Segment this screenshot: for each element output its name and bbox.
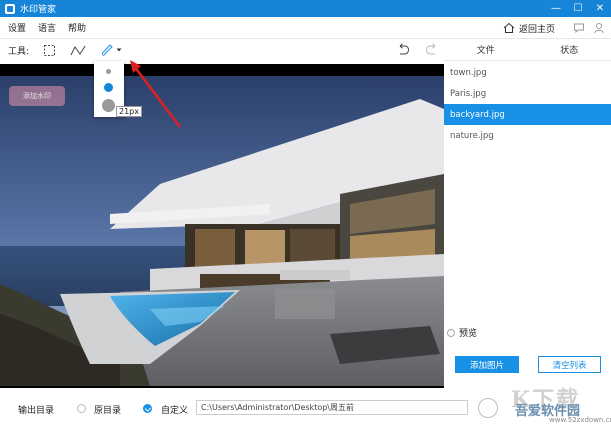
polyline-icon (70, 45, 86, 55)
redo-icon (425, 43, 436, 55)
list-item[interactable]: Paris.jpg (444, 83, 611, 104)
preview-label: 预览 (459, 329, 478, 339)
close-button[interactable]: ✕ (589, 0, 611, 17)
home-icon[interactable] (503, 22, 515, 34)
rect-select-icon (44, 44, 56, 56)
radio-custom-dir[interactable] (143, 404, 152, 413)
menu-settings[interactable]: 设置 (8, 21, 26, 34)
watermark-overlay[interactable]: 添加水印 (9, 86, 65, 106)
minimize-button[interactable]: — (545, 0, 567, 17)
clear-list-button[interactable]: 清空列表 (538, 356, 601, 373)
undo-button[interactable] (396, 43, 410, 59)
radio-original-dir[interactable] (77, 404, 86, 413)
undo-icon (399, 43, 410, 55)
window-controls: — ☐ ✕ (545, 0, 611, 17)
output-path-input[interactable] (196, 400, 468, 415)
menu-help[interactable]: 帮助 (68, 21, 86, 34)
panel-tabs: 文件 状态 (444, 39, 611, 61)
tab-files[interactable]: 文件 (444, 39, 528, 60)
home-link[interactable]: 返回主页 (519, 22, 555, 35)
site-watermark: K下载 吾爱软件园 www.52zxdown.cn (489, 382, 611, 427)
toolbar: 工具: (0, 39, 444, 61)
brush-size-small[interactable] (106, 69, 111, 74)
chat-icon[interactable] (573, 22, 585, 34)
add-images-button[interactable]: 添加图片 (455, 356, 519, 373)
original-dir-label[interactable]: 原目录 (94, 403, 121, 416)
file-list: town.jpg Paris.jpg backyard.jpg nature.j… (444, 62, 611, 146)
menu-language[interactable]: 语言 (38, 21, 56, 34)
app-icon (5, 3, 15, 14)
brush-tool[interactable] (100, 43, 122, 57)
tab-status[interactable]: 状态 (528, 39, 611, 60)
user-icon[interactable] (593, 22, 605, 34)
output-dir-label: 输出目录 (18, 406, 55, 416)
preview-toggle[interactable]: 预览 (444, 326, 477, 339)
polyline-tool[interactable] (70, 44, 86, 57)
brush-size-tooltip: 21px (116, 106, 142, 117)
brand-url: www.52zxdown.cn (549, 416, 611, 424)
rect-select-tool[interactable] (43, 44, 56, 57)
menu-right-actions: 返回主页 (495, 17, 605, 39)
title-bar: 水印管家 — ☐ ✕ (0, 0, 611, 17)
list-item[interactable]: nature.jpg (444, 125, 611, 146)
brush-icon (102, 44, 113, 56)
window-title: 水印管家 (20, 5, 57, 15)
menu-bar: 设置 语言 帮助 返回主页 (0, 17, 611, 39)
list-item[interactable]: town.jpg (444, 62, 611, 83)
tool-label: 工具: (8, 46, 30, 57)
custom-dir-label[interactable]: 自定义 (161, 403, 188, 416)
brush-size-medium[interactable] (104, 83, 113, 92)
brush-size-large[interactable] (102, 99, 115, 112)
house-photo (0, 64, 444, 388)
preview-checkbox[interactable] (447, 328, 455, 337)
maximize-button[interactable]: ☐ (567, 0, 589, 17)
image-canvas[interactable]: 添加水印 (0, 64, 444, 388)
list-item-selected[interactable]: backyard.jpg (444, 104, 611, 125)
redo-button[interactable] (425, 43, 439, 59)
chevron-down-icon (116, 48, 122, 52)
